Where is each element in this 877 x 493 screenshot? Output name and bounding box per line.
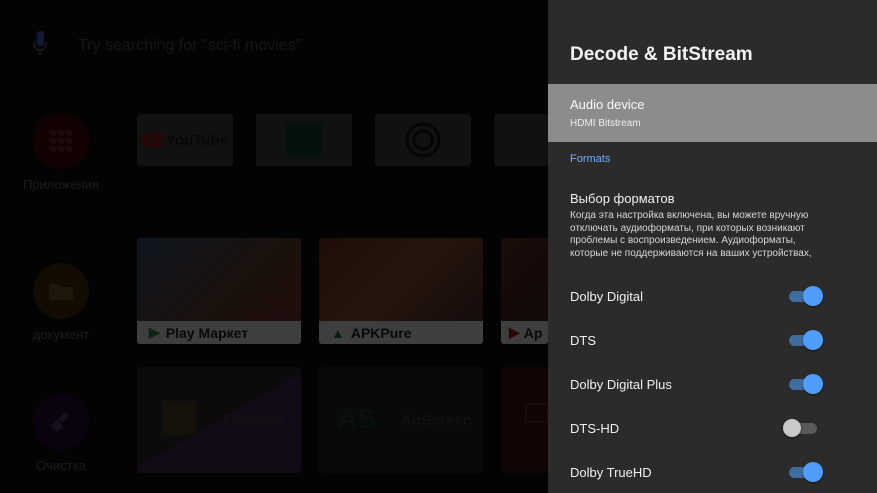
circle-logo-icon xyxy=(405,122,441,158)
audio-device-value: HDMI Bitstream xyxy=(570,118,641,129)
app-card-3[interactable]: ▶ Ap xyxy=(501,238,548,344)
format-select-description: Когда эта настройка включена, вы можете … xyxy=(570,210,812,259)
play-market-card[interactable]: ▶ Play Маркет xyxy=(137,238,301,344)
gallery-card[interactable]: Галерея xyxy=(137,367,301,473)
section-header-formats: Formats xyxy=(570,153,611,165)
card-label: Play Маркет xyxy=(165,324,249,341)
youtube-icon xyxy=(142,133,163,147)
sidebar-item-cleanup[interactable]: Очистка xyxy=(11,394,111,473)
toggle-switch[interactable] xyxy=(789,330,823,350)
microphone-icon[interactable] xyxy=(32,30,48,61)
sidebar-item-label: Приложения xyxy=(22,177,100,192)
format-row-dolby-digital[interactable]: Dolby Digital xyxy=(548,281,877,311)
toggle-switch[interactable] xyxy=(789,462,823,482)
apkpure-card[interactable]: ▲ APKPure xyxy=(319,238,483,344)
sidebar-item-documents[interactable]: документ xyxy=(11,263,111,342)
play-icon: ▶ xyxy=(149,324,160,340)
card-label: Ap xyxy=(523,324,543,341)
search-placeholder: Try searching for "sci-fi movies" xyxy=(78,36,302,54)
folder-icon xyxy=(33,263,89,319)
search-bar[interactable]: Try searching for "sci-fi movies" xyxy=(32,30,301,61)
airscreen-card[interactable]: AS AirScreen xyxy=(319,367,483,473)
apkpure-icon: ▲ xyxy=(331,324,345,341)
screen-icon xyxy=(525,403,548,423)
youtube-tile[interactable]: YouTube xyxy=(137,114,233,166)
card-label: APKPure xyxy=(350,324,412,341)
card-label: Галерея xyxy=(223,412,284,429)
settings-panel: Decode & BitStream Audio device HDMI Bit… xyxy=(548,0,877,493)
tv-screen: Try searching for "sci-fi movies" Прилож… xyxy=(0,0,877,493)
sidebar-item-label: документ xyxy=(32,327,90,342)
format-row-dolby-digital-plus[interactable]: Dolby Digital Plus xyxy=(548,369,877,399)
format-row-dts[interactable]: DTS xyxy=(548,325,877,355)
format-select-title[interactable]: Выбор форматов xyxy=(570,191,675,206)
sidebar-item-label: Очистка xyxy=(36,458,86,473)
app-tile-2[interactable] xyxy=(256,114,352,166)
panel-title: Decode & BitStream xyxy=(570,44,753,65)
format-name: DTS-HD xyxy=(570,420,620,436)
toggle-switch[interactable] xyxy=(783,418,823,438)
youtube-label: YouTube xyxy=(166,131,228,149)
sidebar-item-apps[interactable]: Приложения xyxy=(11,113,111,192)
audio-device-title: Audio device xyxy=(570,97,645,112)
app-icon xyxy=(286,122,322,158)
format-name: Dolby Digital xyxy=(570,288,643,304)
toggle-switch[interactable] xyxy=(789,286,823,306)
card-artwork xyxy=(501,238,548,321)
apps-grid-icon xyxy=(33,113,89,169)
app-card-6[interactable] xyxy=(501,367,548,473)
format-name: Dolby Digital Plus xyxy=(570,376,672,392)
audio-device-item[interactable]: Audio device HDMI Bitstream xyxy=(548,84,877,142)
gallery-icon xyxy=(161,400,197,436)
format-name: DTS xyxy=(570,332,596,348)
app-icon: ▶ xyxy=(509,324,520,340)
format-row-dolby-truehd[interactable]: Dolby TrueHD xyxy=(548,457,877,487)
card-artwork xyxy=(319,238,483,321)
app-tile-4[interactable] xyxy=(494,114,548,166)
format-row-dts-hd[interactable]: DTS-HD xyxy=(548,413,877,443)
broom-icon xyxy=(33,394,89,450)
card-label: AirScreen xyxy=(401,412,472,429)
format-name: Dolby TrueHD xyxy=(570,464,652,480)
app-tile-3[interactable] xyxy=(375,114,471,166)
card-artwork xyxy=(137,238,301,321)
toggle-switch[interactable] xyxy=(789,374,823,394)
airscreen-icon: AS xyxy=(337,403,376,434)
